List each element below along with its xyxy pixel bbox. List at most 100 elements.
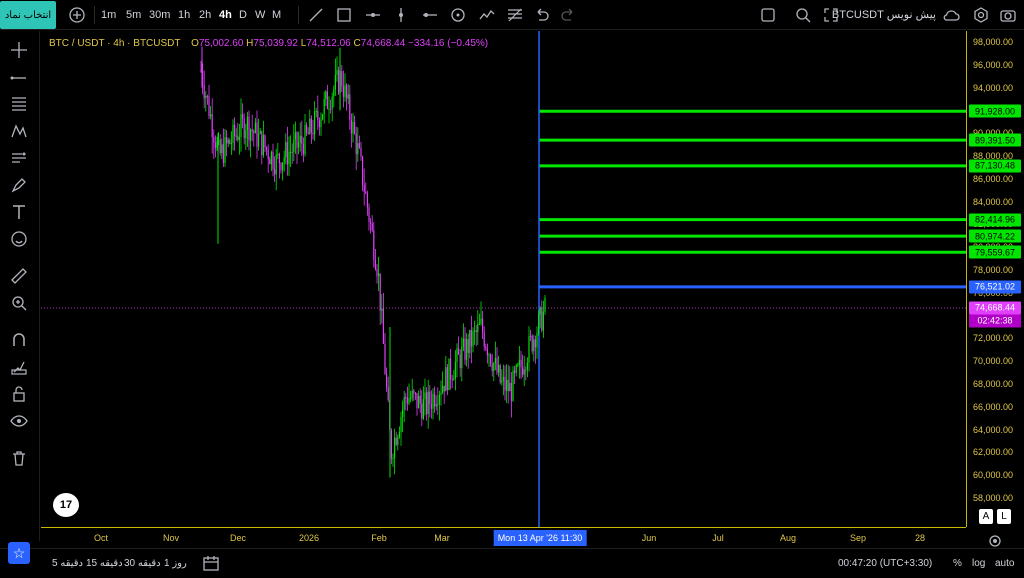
fib-retracement-icon[interactable] [504,4,526,26]
candle-body [277,153,279,155]
symbol-search-button[interactable]: انتخاب نماد [0,1,56,29]
auto-scale-button[interactable]: A [979,509,993,524]
percent-toggle[interactable]: % [953,558,962,569]
tradingview-logo[interactable]: 17 [53,493,79,517]
candle-body [400,416,402,432]
range-15m[interactable]: 15 دقیقه [86,558,123,569]
trash-icon[interactable] [8,447,30,469]
layout-icon[interactable] [757,4,779,26]
candle-body [235,135,237,137]
candle-body [214,142,216,149]
range-30m[interactable]: 30 دقیقه [124,558,161,569]
interval-W[interactable]: W [255,6,265,24]
price-tick: 86,000.00 [973,173,1014,184]
candle-body [525,369,527,371]
time-axis[interactable]: Oct Nov Dec 2026 Feb Mar Jun Jul Aug Sep 28 Mon 13 … [41,527,966,547]
legend-high: 75,039.92 [253,38,298,49]
emoji-icon[interactable] [8,228,30,250]
bar-countdown-label: 02:42:38 [969,314,1021,328]
candle-body [440,392,442,395]
log-scale-button[interactable]: L [997,509,1011,524]
horizontal-line-icon[interactable] [419,4,441,26]
candle-body [358,143,360,148]
legend-change: −334.16 (−0.45%) [408,38,489,49]
forecast-tool-icon[interactable] [8,147,30,169]
level-price-label[interactable]: 80,974.22 [969,229,1021,243]
redo-icon[interactable] [558,4,580,26]
fib-tool-icon[interactable] [8,93,30,115]
candle-body [490,354,492,364]
stay-in-drawing-icon[interactable] [8,356,30,378]
candle-body [451,379,453,381]
interval-4h[interactable]: 4h [219,6,232,24]
interval-1h[interactable]: 1h [178,6,190,24]
log-toggle[interactable]: log [972,558,985,569]
chart-pane[interactable]: BTC / USDT · 4h · BTCUSDT O75,002.60 H75… [41,31,966,527]
crosshair-icon[interactable] [8,39,30,61]
clock-display[interactable]: 00:47:20 (UTC+3:30) [838,558,932,569]
candle-body [294,132,296,140]
trend-line-icon[interactable] [305,4,327,26]
candle-body [334,74,336,90]
horizontal-ray-icon[interactable] [362,4,384,26]
magnet-icon[interactable] [8,329,30,351]
candle-body [416,393,418,409]
level-price-label[interactable]: 82,414.96 [969,213,1021,227]
price-axis[interactable]: A L 98,000.0096,000.0094,000.0092,000.00… [966,31,1024,527]
interval-30m[interactable]: 30m [149,6,170,24]
layout-title[interactable]: BTCUSDT پیش نویس [832,8,936,21]
ruler-icon[interactable] [8,265,30,287]
zoom-in-icon[interactable] [8,292,30,314]
snapshot-camera-icon[interactable] [997,4,1019,26]
candle-body [216,141,218,149]
range-5m[interactable]: 5 دقیقه [52,558,83,569]
candle-body [312,132,314,135]
interval-2h[interactable]: 2h [199,6,211,24]
interval-D[interactable]: D [239,6,247,24]
date-range-icon[interactable] [200,552,222,574]
time-tick: Sep [849,533,867,543]
auto-toggle[interactable]: auto [995,558,1014,569]
pattern-tool-icon[interactable] [8,120,30,142]
candle-body [392,457,394,459]
favorites-star-icon[interactable]: ☆ [8,542,30,564]
price-tick: 78,000.00 [973,265,1014,275]
line-tool-icon[interactable] [8,67,30,89]
eye-icon[interactable] [8,410,30,432]
candle-body [251,129,253,132]
interval-M[interactable]: M [272,6,281,24]
undo-icon[interactable] [530,4,552,26]
range-1d[interactable]: 1 روز [164,558,187,569]
candle-body [403,397,405,410]
circle-tool-icon[interactable] [447,4,469,26]
path-tool-icon[interactable] [476,4,498,26]
quick-search-icon[interactable] [792,4,814,26]
level-price-label[interactable]: 89,391.50 [969,133,1021,147]
rectangle-tool-icon[interactable] [333,4,355,26]
candle-body [317,110,319,121]
candle-body [330,108,332,110]
candle-body [517,364,519,366]
cloud-save-icon[interactable] [940,4,962,26]
vertical-line-icon[interactable] [390,4,412,26]
candle-body [366,193,368,208]
candle-body [365,191,367,194]
candle-body [206,95,208,97]
legend-low: 74,512.06 [306,38,351,49]
add-symbol-icon[interactable] [66,4,88,26]
price-chart[interactable] [41,31,966,527]
level-price-label[interactable]: 79,559.67 [969,245,1021,259]
legend-symbol[interactable]: BTC / USDT · 4h · BTCUSDT [49,38,180,49]
settings-gear-icon[interactable] [970,4,992,26]
text-tool-icon[interactable] [8,201,30,223]
interval-1m[interactable]: 1m [101,6,116,24]
level-price-label[interactable]: 91,928.00 [969,104,1021,118]
level-price-label[interactable]: 87,130.48 [969,159,1021,173]
lock-icon[interactable] [8,383,30,405]
brush-icon[interactable] [8,174,30,196]
candle-body [522,367,524,375]
interval-5m[interactable]: 5m [126,6,141,24]
candle-body [462,338,464,348]
blue-level-price-label[interactable]: 76,521.02 [969,280,1021,294]
candle-body [275,154,277,175]
